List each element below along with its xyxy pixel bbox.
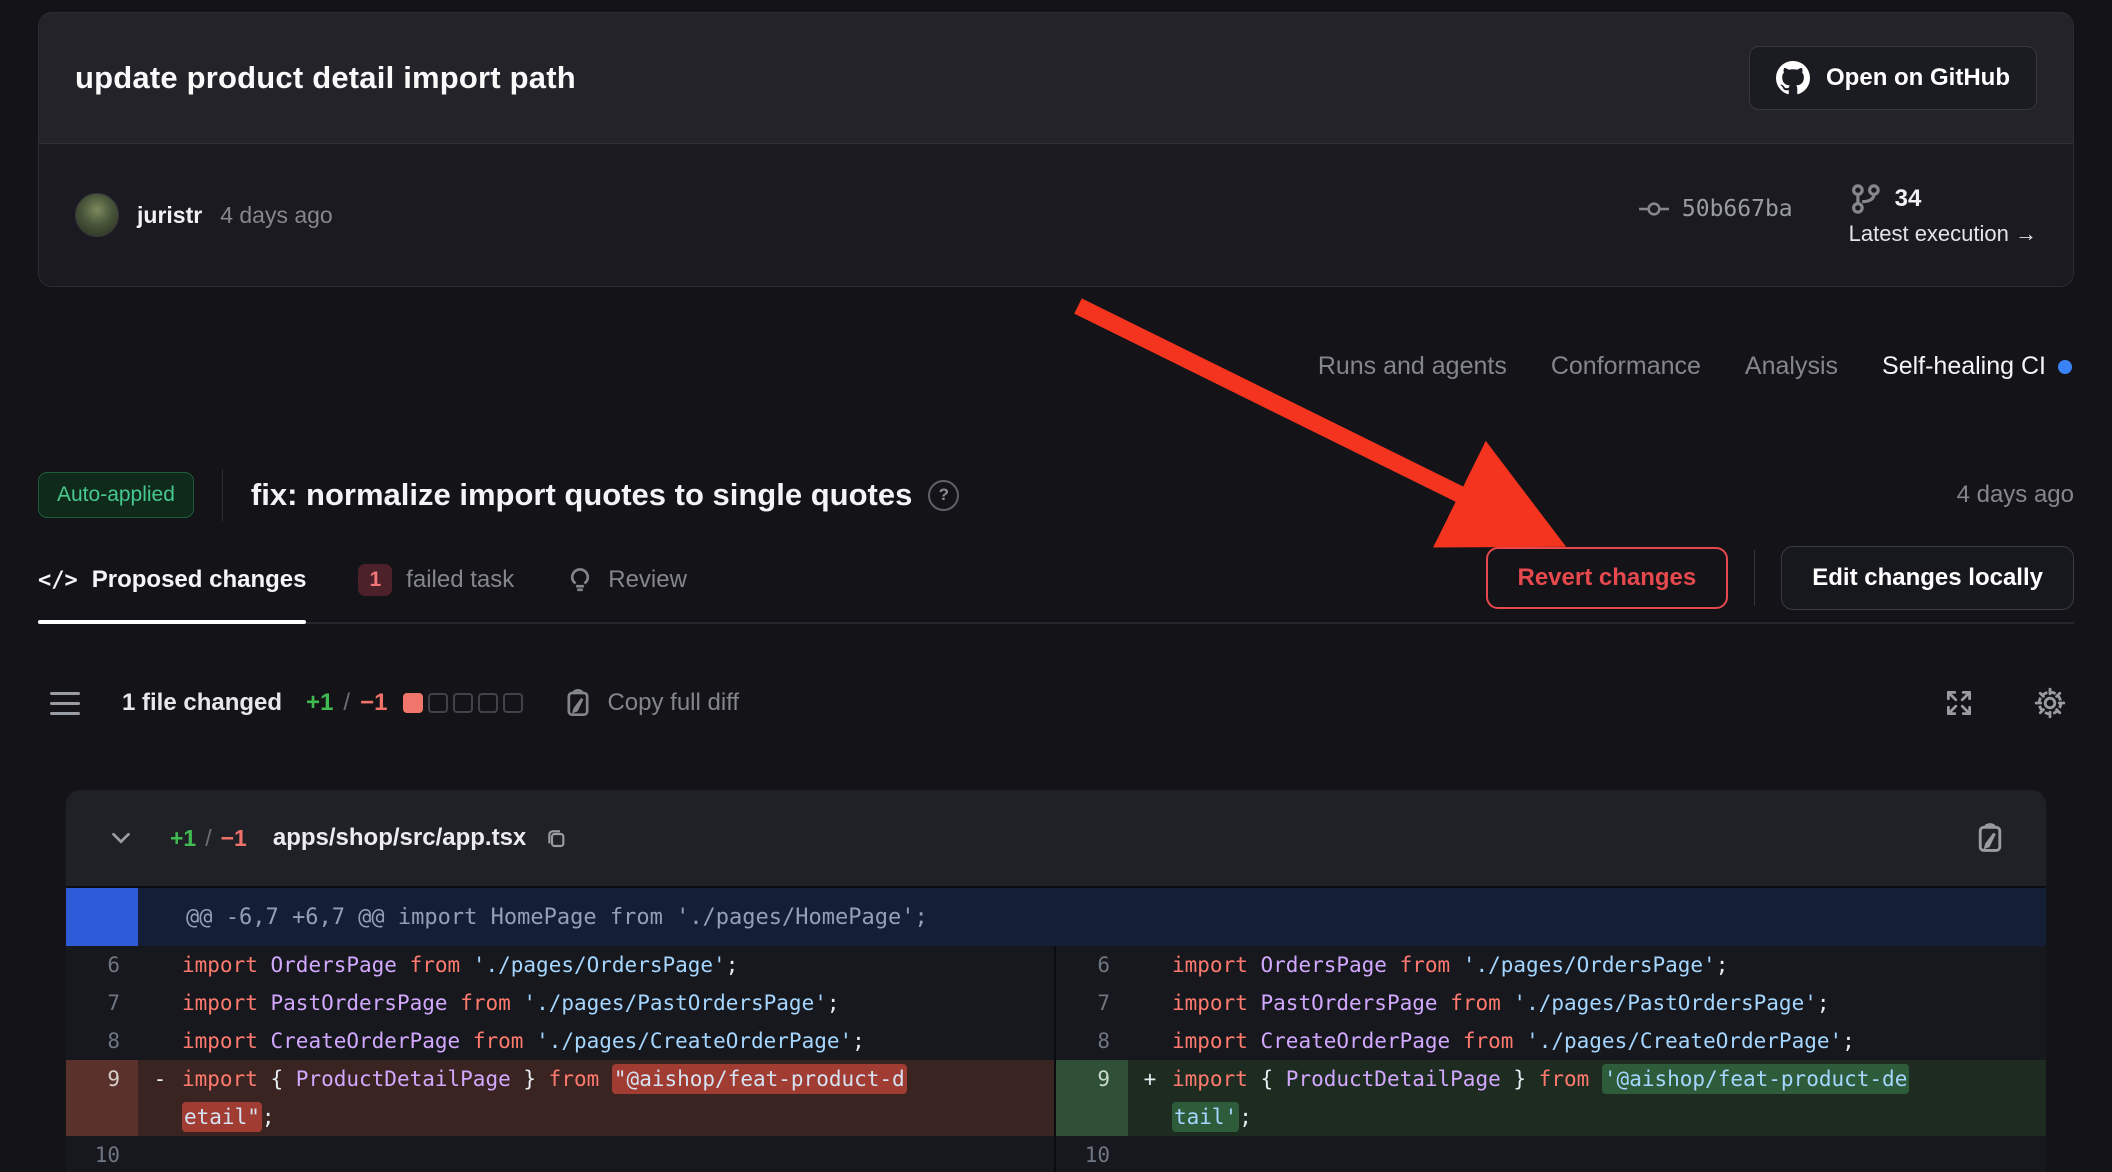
fix-header-row: Auto-applied fix: normalize import quote… <box>38 458 2074 532</box>
page-title: update product detail import path <box>75 60 1749 96</box>
file-list-menu-icon[interactable] <box>50 692 80 715</box>
commit-time: 4 days ago <box>220 202 333 229</box>
open-on-github-label: Open on GitHub <box>1826 64 2010 92</box>
chevron-down-icon[interactable] <box>106 823 136 853</box>
diff-row: 10 <box>66 1136 1054 1172</box>
nav-analysis[interactable]: Analysis <box>1745 352 1838 381</box>
diff-file-card: +1 / −1 apps/shop/src/app.tsx <box>66 790 2046 1172</box>
diff-size-square <box>428 693 448 713</box>
tab-review-label: Review <box>608 566 687 594</box>
diff-size-square <box>453 693 473 713</box>
edit-changes-locally-button[interactable]: Edit changes locally <box>1781 546 2074 610</box>
diff-size-square <box>503 693 523 713</box>
additions-count: +1 <box>306 689 333 717</box>
hunk-header: @@ -6,7 +6,7 @@ import HomePage from './… <box>66 888 2046 946</box>
commit-author: juristr <box>137 202 202 229</box>
diff-row: 8import CreateOrderPage from './pages/Cr… <box>1056 1022 2046 1060</box>
nav-conformance[interactable]: Conformance <box>1551 352 1701 381</box>
commit-card: update product detail import path Open o… <box>38 12 2074 287</box>
git-branch-icon <box>1849 183 1881 215</box>
latest-execution-link[interactable]: Latest execution → <box>1849 221 2037 247</box>
diff-pane-old: 6import OrdersPage from './pages/OrdersP… <box>66 946 1056 1172</box>
nav-self-healing-ci[interactable]: Self-healing CI <box>1882 352 2072 381</box>
diff-size-squares <box>403 693 523 713</box>
hunk-header-text: @@ -6,7 +6,7 @@ import HomePage from './… <box>138 905 928 930</box>
diff-row: 7import PastOrdersPage from './pages/Pas… <box>1056 984 2046 1022</box>
files-changed-label: 1 file changed <box>122 689 282 717</box>
tab-proposed-changes-label: Proposed changes <box>92 566 307 594</box>
nav-self-healing-ci-label: Self-healing CI <box>1882 352 2046 381</box>
diff-row: etail"; <box>66 1098 1054 1136</box>
diff-row: tail'; <box>1056 1098 2046 1136</box>
commit-hash: 50b667ba <box>1682 196 1793 222</box>
hunk-marker-block <box>66 888 138 946</box>
copy-file-icon[interactable] <box>1974 822 2006 854</box>
divider <box>1754 550 1755 606</box>
code-icon: </> <box>38 568 78 593</box>
settings-gear-icon[interactable] <box>2032 685 2068 721</box>
diff-row: 6import OrdersPage from './pages/OrdersP… <box>1056 946 2046 984</box>
deletions-count: −1 <box>360 689 387 717</box>
auto-applied-badge: Auto-applied <box>38 472 194 518</box>
self-healing-ci-page: update product detail import path Open o… <box>0 0 2112 1172</box>
help-icon[interactable]: ? <box>928 480 959 511</box>
revert-changes-button[interactable]: Revert changes <box>1486 547 1729 609</box>
file-deletions: −1 <box>221 825 247 852</box>
github-icon <box>1776 61 1810 95</box>
active-indicator-dot <box>2058 360 2072 374</box>
divider <box>222 469 223 521</box>
copy-full-diff-button[interactable]: Copy full diff <box>563 688 739 718</box>
file-header: +1 / −1 apps/shop/src/app.tsx <box>66 790 2046 888</box>
fullscreen-icon[interactable] <box>1942 686 1976 720</box>
tab-review[interactable]: Review <box>566 538 687 622</box>
diff-row: 9+import { ProductDetailPage } from '@ai… <box>1056 1060 2046 1098</box>
tab-failed-task[interactable]: 1 failed task <box>358 538 514 622</box>
avatar <box>75 193 119 237</box>
lightbulb-icon <box>566 566 594 594</box>
copy-full-diff-label: Copy full diff <box>607 689 739 717</box>
tab-failed-task-label: failed task <box>406 566 514 594</box>
tab-proposed-changes[interactable]: </> Proposed changes <box>38 538 306 622</box>
diff-pane-new: 6import OrdersPage from './pages/OrdersP… <box>1056 946 2046 1172</box>
diff-size-square <box>478 693 498 713</box>
commit-meta-row: juristr 4 days ago 50b667ba <box>39 144 2073 286</box>
diff-size-square <box>403 693 423 713</box>
fix-title: fix: normalize import quotes to single q… <box>251 477 912 513</box>
fix-time: 4 days ago <box>1957 481 2074 509</box>
diff-row: 6import OrdersPage from './pages/OrdersP… <box>66 946 1054 984</box>
slash: / <box>343 689 350 717</box>
failed-count-badge: 1 <box>358 564 392 596</box>
workspace-nav: Runs and agents Conformance Analysis Sel… <box>1318 352 2072 381</box>
diff-row: 8import CreateOrderPage from './pages/Cr… <box>66 1022 1054 1060</box>
diff-row: 10 <box>1056 1136 2046 1172</box>
diff-panes: 6import OrdersPage from './pages/OrdersP… <box>66 946 2046 1172</box>
execution-count: 34 <box>1895 185 1922 213</box>
diff-row: 7import PastOrdersPage from './pages/Pas… <box>66 984 1054 1022</box>
copy-path-icon[interactable] <box>544 826 568 850</box>
diff-toolbar: 1 file changed +1 / −1 Copy full diff <box>50 678 2068 728</box>
file-additions: +1 <box>170 825 196 852</box>
file-path: apps/shop/src/app.tsx <box>273 824 526 852</box>
diff-row: 9-import { ProductDetailPage } from "@ai… <box>66 1060 1054 1098</box>
nav-runs-and-agents[interactable]: Runs and agents <box>1318 352 1507 381</box>
commit-hash-group[interactable]: 50b667ba <box>1638 193 1793 225</box>
slash: / <box>205 825 211 852</box>
git-commit-icon <box>1638 193 1670 225</box>
clipboard-icon <box>563 688 593 718</box>
tabs-row: </> Proposed changes 1 failed task Revie… <box>38 538 2074 624</box>
commit-card-header: update product detail import path Open o… <box>39 13 2073 144</box>
open-on-github-button[interactable]: Open on GitHub <box>1749 46 2037 110</box>
